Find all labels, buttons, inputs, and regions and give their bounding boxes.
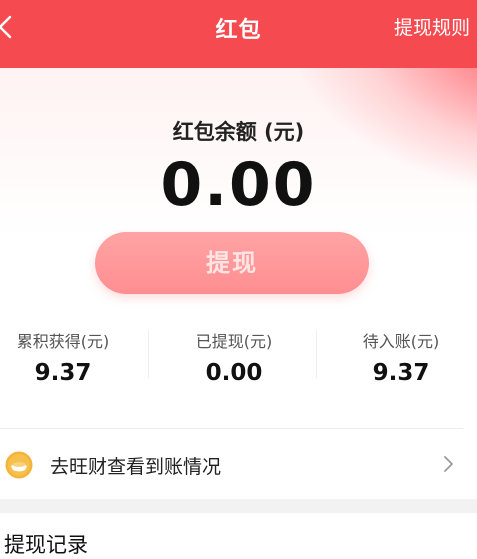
stat-value: 9.37 (34, 360, 92, 386)
withdraw-button[interactable]: 提现 (95, 232, 369, 294)
stat-value: 9.37 (372, 360, 430, 386)
records-section-title: 提现记录 (4, 533, 88, 557)
check-arrival-row[interactable]: 去旺财查看到账情况 (0, 429, 477, 499)
stat-total-earned: 累积获得(元) 9.37 (0, 328, 133, 386)
withdraw-rules-link[interactable]: 提现规则 (394, 13, 470, 40)
section-separator (0, 499, 477, 513)
balance-value: 0.00 (160, 150, 317, 220)
check-arrival-text: 去旺财查看到账情况 (50, 456, 222, 478)
balance-label: 红包余额 (元) (172, 120, 305, 144)
top-bar: 红包 提现规则 (0, 0, 477, 68)
stat-label: 已提现(元) (195, 332, 273, 351)
coin-icon (5, 451, 33, 479)
stat-value: 0.00 (205, 360, 263, 386)
stat-pending: 待入账(元) 9.37 (331, 328, 471, 386)
stat-label: 累积获得(元) (16, 332, 110, 351)
stat-divider (148, 330, 149, 378)
stat-divider (316, 330, 317, 378)
stat-label: 待入账(元) (362, 332, 440, 351)
chevron-right-icon (444, 456, 453, 472)
stat-withdrawn: 已提现(元) 0.00 (164, 328, 304, 386)
